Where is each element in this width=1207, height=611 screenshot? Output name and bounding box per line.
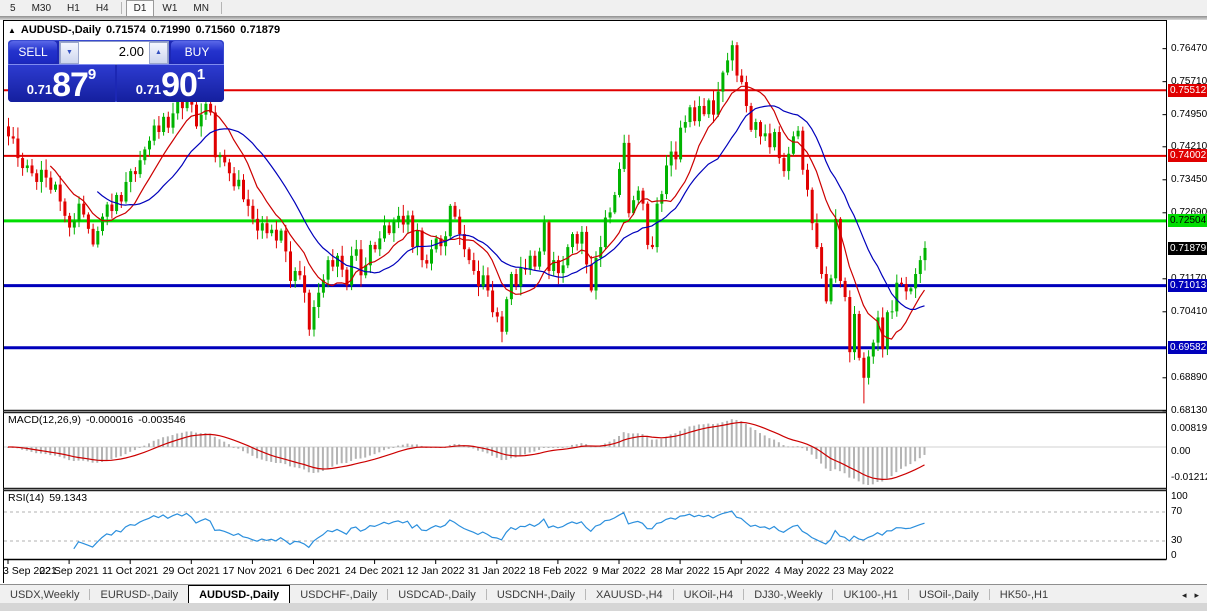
rsi-scale-label: 0: [1171, 550, 1177, 561]
ohlc-high: 0.71990: [150, 24, 191, 36]
trading-terminal-window: 5 M30 H1 H4 D1 W1 MN 3 Sep 2021 22 Sep 2021 11 O…: [0, 0, 1207, 611]
current-price-label: 0.71879: [1168, 241, 1207, 255]
macd-scale-zero: 0.00: [1171, 446, 1191, 457]
date-label: 15 Apr 2022: [713, 565, 770, 577]
rsi-scale-label: 30: [1171, 535, 1183, 546]
date-label: 24 Dec 2021: [345, 565, 405, 577]
toolbar-separator: [120, 2, 122, 14]
symbol-triangle-icon: ▲: [8, 25, 16, 35]
tab-ukoil-h4[interactable]: UKOil-,H4: [674, 587, 744, 604]
tab-usdcad-daily[interactable]: USDCAD-,Daily: [388, 587, 486, 604]
date-label: 12 Jan 2022: [407, 565, 465, 577]
ohlc-close: 0.71879: [240, 24, 281, 36]
macd-value-2: -0.003546: [138, 414, 186, 426]
tab-usoil-daily[interactable]: USOil-,Daily: [909, 587, 989, 604]
timeframe-button-h1[interactable]: H1: [59, 0, 88, 17]
date-label: 31 Jan 2022: [468, 565, 526, 577]
window-edge: [0, 16, 1207, 20]
symbol-tab-bar: USDX,Weekly EURUSD-,Daily AUDUSD-,Daily USD…: [0, 584, 1207, 604]
level-price-label: 0.72504: [1168, 214, 1207, 228]
sell-price-sup: 9: [87, 66, 97, 83]
macd-label: MACD(12,26,9) -0.000016 -0.003546: [8, 414, 186, 426]
tab-audusd-daily[interactable]: AUDUSD-,Daily: [188, 585, 291, 604]
date-label: 28 Mar 2022: [651, 565, 710, 577]
chart-title: ▲ AUDUSD-,Daily 0.71574 0.71990 0.71560 …: [8, 24, 280, 36]
level-price-label: 0.75512: [1168, 83, 1207, 97]
tab-dj30-weekly[interactable]: DJ30-,Weekly: [744, 587, 832, 604]
ohlc-open: 0.71574: [106, 24, 146, 36]
rsi-scale-label: 70: [1171, 506, 1183, 517]
timeframe-button-m30[interactable]: M30: [24, 0, 59, 17]
price-tick-label: 0.76470: [1171, 42, 1207, 54]
rsi-label: RSI(14) 59.1343: [8, 492, 87, 504]
chart-canvas[interactable]: 3 Sep 202122 Sep 2021 11 Oct 2021 29 Oct 2…: [0, 20, 1167, 583]
tabs-scroll-right-icon[interactable]: ▸: [1194, 590, 1199, 601]
buy-price-sup: 1: [196, 66, 206, 83]
sell-price-prefix: 0.71: [26, 82, 53, 97]
timeframe-button-5[interactable]: 5: [2, 0, 24, 17]
level-price-label: 0.69582: [1168, 341, 1207, 355]
date-label: 11 Oct 2021: [102, 565, 159, 577]
date-label: 9 Mar 2022: [592, 565, 645, 577]
level-price-label: 0.74002: [1168, 149, 1207, 163]
price-tick-label: 0.74950: [1171, 108, 1207, 120]
tab-hk50-h1[interactable]: HK50-,H1: [990, 587, 1058, 604]
date-label: 6 Dec 2021: [287, 565, 341, 577]
price-tick-label: 0.70410: [1171, 305, 1207, 317]
tabs-scroll-left-icon[interactable]: ◂: [1182, 590, 1187, 601]
date-label: 18 Feb 2022: [528, 565, 587, 577]
timeframe-toolbar: 5 M30 H1 H4 D1 W1 MN: [0, 0, 1207, 17]
timeframe-button-mn[interactable]: MN: [185, 0, 217, 17]
ohlc-low: 0.71560: [195, 24, 236, 36]
sell-button[interactable]: SELL: [9, 41, 57, 63]
volume-decrease-button[interactable]: ▼: [60, 42, 79, 64]
tab-usdchf-daily[interactable]: USDCHF-,Daily: [290, 587, 387, 604]
tab-eurusd-daily[interactable]: EURUSD-,Daily: [90, 587, 188, 604]
timeframe-button-w1[interactable]: W1: [154, 0, 185, 17]
date-label: 29 Oct 2021: [163, 565, 220, 577]
timeframe-button-d1[interactable]: D1: [125, 0, 155, 17]
date-label: 22 Sep 2021: [39, 565, 99, 577]
macd-scale-min: -0.01212: [1171, 472, 1207, 483]
volume-increase-button[interactable]: ▲: [149, 42, 168, 64]
toolbar-separator: [220, 2, 222, 14]
macd-scale-max: 0.008197: [1171, 423, 1207, 434]
tab-uk100-h1[interactable]: UK100-,H1: [833, 587, 907, 604]
buy-price-big: 90: [161, 66, 198, 104]
macd-value-1: -0.000016: [85, 414, 134, 426]
level-price-label: 0.71013: [1168, 279, 1207, 293]
price-axis: 0.76470 0.75710 0.74950 0.74210 0.73450 0.726…: [1167, 20, 1207, 583]
volume-value[interactable]: 2.00: [79, 42, 149, 64]
tab-usdcnh-daily[interactable]: USDCNH-,Daily: [487, 587, 585, 604]
one-click-trading-panel: SELL ▼ 2.00 ▲ BUY 0.71 87 9 0.71 90 1: [8, 40, 224, 102]
price-tick-label: 0.68130: [1171, 404, 1207, 416]
sell-price-panel[interactable]: 0.71 87 9: [8, 64, 115, 102]
price-tick-label: 0.73450: [1171, 173, 1207, 185]
tab-usdx-weekly[interactable]: USDX,Weekly: [0, 587, 89, 604]
rsi-scale-label: 100: [1171, 491, 1188, 502]
sell-price-big: 87: [52, 66, 89, 104]
rsi-value: 59.1343: [49, 492, 88, 504]
macd-name: MACD(12,26,9): [8, 414, 81, 426]
buy-price-prefix: 0.71: [135, 82, 162, 97]
rsi-name: RSI(14): [8, 492, 45, 504]
date-label: 17 Nov 2021: [223, 565, 283, 577]
price-tick-label: 0.68890: [1171, 371, 1207, 383]
window-bottom-strip: [0, 603, 1207, 611]
date-label: 4 May 2022: [775, 565, 830, 577]
buy-price-panel[interactable]: 0.71 90 1: [117, 64, 224, 102]
buy-button[interactable]: BUY: [171, 41, 223, 63]
symbol-name: AUDUSD-,Daily: [20, 24, 101, 36]
tab-xauusd-h4[interactable]: XAUUSD-,H4: [586, 587, 673, 604]
volume-spinner: ▼ 2.00 ▲: [59, 41, 169, 65]
date-label: 23 May 2022: [833, 565, 894, 577]
timeframe-button-h4[interactable]: H4: [88, 0, 117, 17]
